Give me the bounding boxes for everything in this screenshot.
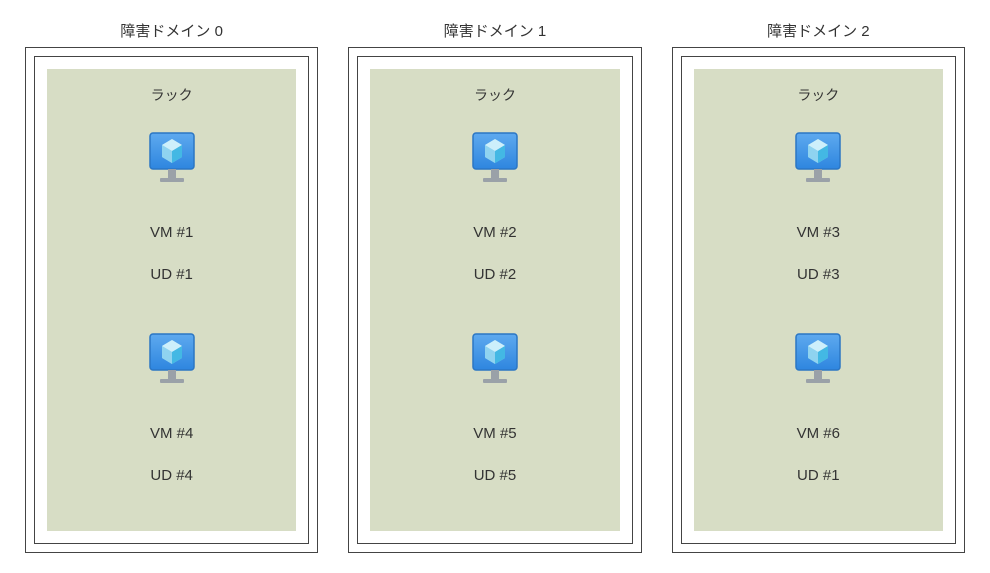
outer-frame: ラック — [25, 47, 318, 553]
vm-block: VM #4 UD #4 — [142, 330, 202, 507]
fault-domain-title: 障害ドメイン 0 — [120, 20, 223, 41]
vm-block: VM #3 UD #3 — [788, 129, 848, 306]
vm-block: VM #6 UD #1 — [788, 330, 848, 507]
ud-name: UD #5 — [473, 465, 516, 486]
vm-name: VM #6 — [797, 423, 840, 444]
ud-name: UD #4 — [150, 465, 193, 486]
inner-frame: ラック — [357, 56, 632, 544]
rack-label: ラック — [474, 85, 516, 105]
rack: ラック — [694, 69, 943, 531]
vm-label: VM #6 UD #1 — [797, 402, 840, 507]
fault-domains-row: 障害ドメイン 0 ラック — [25, 20, 965, 553]
vm-icon — [142, 129, 202, 193]
fault-domain-2: 障害ドメイン 2 ラック — [672, 20, 965, 553]
rack-label: ラック — [797, 85, 839, 105]
vm-name: VM #2 — [473, 222, 516, 243]
fault-domain-0: 障害ドメイン 0 ラック — [25, 20, 318, 553]
vm-icon — [465, 129, 525, 193]
vm-icon — [788, 129, 848, 193]
vm-block: VM #1 UD #1 — [142, 129, 202, 306]
vm-block: VM #5 UD #5 — [465, 330, 525, 507]
ud-name: UD #2 — [473, 264, 516, 285]
vm-icon — [788, 330, 848, 394]
vm-block: VM #2 UD #2 — [465, 129, 525, 306]
vm-name: VM #3 — [797, 222, 840, 243]
vm-icon — [465, 330, 525, 394]
rack: ラック — [370, 69, 619, 531]
vm-label: VM #4 UD #4 — [150, 402, 193, 507]
ud-name: UD #1 — [150, 264, 193, 285]
vm-label: VM #5 UD #5 — [473, 402, 516, 507]
inner-frame: ラック — [681, 56, 956, 544]
ud-name: UD #3 — [797, 264, 840, 285]
rack: ラック — [47, 69, 296, 531]
outer-frame: ラック — [672, 47, 965, 553]
ud-name: UD #1 — [797, 465, 840, 486]
fault-domain-1: 障害ドメイン 1 ラック — [348, 20, 641, 553]
vm-label: VM #2 UD #2 — [473, 201, 516, 306]
outer-frame: ラック — [348, 47, 641, 553]
vm-label: VM #1 UD #1 — [150, 201, 193, 306]
vm-label: VM #3 UD #3 — [797, 201, 840, 306]
fault-domain-title: 障害ドメイン 2 — [767, 20, 870, 41]
rack-label: ラック — [151, 85, 193, 105]
inner-frame: ラック — [34, 56, 309, 544]
vm-name: VM #1 — [150, 222, 193, 243]
vm-icon — [142, 330, 202, 394]
vm-name: VM #4 — [150, 423, 193, 444]
fault-domain-title: 障害ドメイン 1 — [444, 20, 547, 41]
vm-name: VM #5 — [473, 423, 516, 444]
